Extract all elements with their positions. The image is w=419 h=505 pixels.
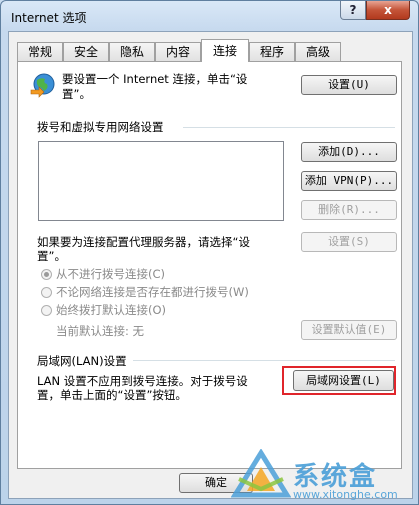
tab-content[interactable]: 内容 <box>155 42 201 61</box>
dialog-client-area: 常规 安全 隐私 内容 连接 程序 高级 要设置一个 Internet 连接，单… <box>8 31 413 499</box>
set-default-button[interactable]: 设置默认值(E) <box>301 320 397 340</box>
radio-never-dial-label[interactable]: 从不进行拨号连接(C) <box>56 266 165 282</box>
lan-button-highlight <box>282 366 396 395</box>
remove-button[interactable]: 删除(R)... <box>301 200 397 220</box>
tab-general[interactable]: 常规 <box>17 42 63 61</box>
connections-listbox[interactable] <box>38 141 284 221</box>
setup-button[interactable]: 设置(U) <box>301 75 397 95</box>
add-vpn-button[interactable]: 添加 VPN(P)... <box>301 171 397 191</box>
radio-never-dial[interactable] <box>41 269 52 280</box>
current-default-text: 当前默认连接: 无 <box>56 324 145 338</box>
radio-dial-default-label[interactable]: 始终拨打默认连接(O) <box>56 302 166 318</box>
setup-text-line1: 要设置一个 Internet 连接，单击“设 <box>62 72 248 86</box>
radio-dial-always-label[interactable]: 不论网络连接是否存在都进行拨号(W) <box>56 284 249 300</box>
lan-text-line2: 置，单击上面的“设置”按钮。 <box>37 388 187 402</box>
tab-privacy[interactable]: 隐私 <box>109 42 155 61</box>
watermark-logo <box>230 448 292 499</box>
title-bar[interactable]: Internet 选项 ? x <box>1 1 418 31</box>
radio-dial-default[interactable] <box>41 305 52 316</box>
dialup-settings-button[interactable]: 设置(S) <box>301 232 397 252</box>
dialup-heading: 拨号和虚拟专用网络设置 <box>37 120 164 134</box>
radio-dial-always[interactable] <box>41 287 52 298</box>
tab-connections[interactable]: 连接 <box>201 39 249 62</box>
lan-divider <box>133 360 395 361</box>
tab-programs[interactable]: 程序 <box>249 42 295 61</box>
tab-advanced[interactable]: 高级 <box>295 42 341 61</box>
help-button[interactable]: ? <box>340 1 366 20</box>
connections-panel: 要设置一个 Internet 连接，单击“设 置”。 设置(U) 拨号和虚拟专用… <box>17 61 402 469</box>
globe-network-icon <box>29 72 55 98</box>
proxy-text-line1: 如果要为连接配置代理服务器，请选择“设 <box>37 235 250 249</box>
lan-heading: 局域网(LAN)设置 <box>37 354 127 368</box>
dialup-divider <box>183 127 395 128</box>
setup-text-line2: 置”。 <box>62 87 91 101</box>
internet-options-window: Internet 选项 ? x 常规 安全 隐私 内容 连接 程序 高级 要设置… <box>0 0 419 505</box>
window-title: Internet 选项 <box>11 11 87 25</box>
close-button[interactable]: x <box>366 1 410 20</box>
proxy-text-line2: 置”。 <box>37 249 66 263</box>
tab-security[interactable]: 安全 <box>63 42 109 61</box>
add-button[interactable]: 添加(D)... <box>301 142 397 162</box>
watermark-url: www.xitonghe.com <box>293 488 398 501</box>
